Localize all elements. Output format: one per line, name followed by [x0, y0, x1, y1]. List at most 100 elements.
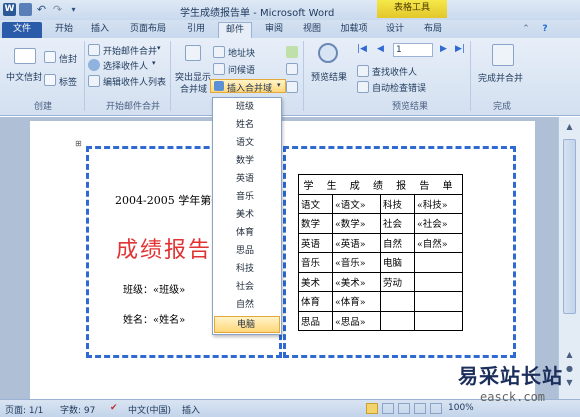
merge-field-option[interactable]: 美术: [214, 207, 280, 224]
rules-icon[interactable]: [286, 46, 298, 58]
next-page-icon[interactable]: ▼: [563, 377, 576, 389]
start-mail-merge-button[interactable]: 开始邮件合并: [103, 44, 157, 57]
merge-field-option[interactable]: 音乐: [214, 189, 280, 206]
merge-field-option-selected[interactable]: 电脑: [214, 316, 280, 333]
table-cell[interactable]: [414, 310, 463, 331]
merge-field-option[interactable]: 思品: [214, 243, 280, 260]
proofing-icon[interactable]: ✔: [110, 403, 118, 413]
redo-icon[interactable]: ↷: [51, 3, 64, 16]
merge-field-option[interactable]: 班级: [214, 99, 280, 116]
scroll-up-icon[interactable]: ▲: [563, 121, 576, 133]
customize-toolbar-icon[interactable]: ▾: [67, 3, 80, 16]
highlight-merge-fields-label-2[interactable]: 合并域: [180, 82, 207, 95]
merge-field-option[interactable]: 英语: [214, 171, 280, 188]
document-page[interactable]: ⊞ 2004-2005 学年第一 成绩报告 班级：«班级» 姓名：«姓名» 学 …: [30, 121, 535, 399]
merge-field-option[interactable]: 体育: [214, 225, 280, 242]
tab-page-layout[interactable]: 页面布局: [122, 22, 174, 38]
print-layout-view-icon[interactable]: [366, 403, 378, 414]
table-cell[interactable]: 电脑: [380, 252, 415, 273]
table-cell[interactable]: 英语: [298, 232, 333, 253]
table-cell[interactable]: 社会: [380, 213, 415, 234]
tab-insert[interactable]: 插入: [84, 22, 116, 38]
table-cell[interactable]: 思品: [298, 310, 333, 331]
tab-home[interactable]: 开始: [48, 22, 80, 38]
tab-layout[interactable]: 布局: [418, 22, 448, 38]
help-icon[interactable]: ?: [538, 22, 552, 38]
auto-check-errors-button[interactable]: 自动检查错误: [372, 81, 426, 94]
last-record-icon[interactable]: ▶|: [455, 44, 465, 54]
previous-page-icon[interactable]: ▲: [563, 349, 576, 361]
match-fields-icon[interactable]: [286, 63, 298, 75]
chinese-envelope-button[interactable]: 中文信封: [6, 70, 42, 83]
chevron-down-icon[interactable]: ▾: [152, 59, 156, 67]
save-icon[interactable]: [19, 3, 32, 16]
table-cell[interactable]: 数学: [298, 213, 333, 234]
table-cell[interactable]: 语文: [298, 193, 333, 214]
merge-field-option[interactable]: 数学: [214, 153, 280, 170]
table-cell[interactable]: «体育»: [332, 291, 381, 312]
finish-merge-button[interactable]: 完成并合并: [478, 71, 523, 84]
table-cell[interactable]: «社会»: [414, 213, 463, 234]
tab-references[interactable]: 引用: [180, 22, 212, 38]
table-cell[interactable]: 劳动: [380, 271, 415, 292]
labels-button[interactable]: 标签: [59, 75, 77, 88]
scroll-thumb[interactable]: [563, 139, 576, 314]
table-cell[interactable]: [380, 310, 415, 331]
merge-field-option[interactable]: 科技: [214, 261, 280, 278]
table-cell[interactable]: 科技: [380, 193, 415, 214]
first-record-icon[interactable]: |◀: [357, 44, 367, 54]
chevron-down-icon[interactable]: ▾: [157, 44, 161, 52]
previous-record-icon[interactable]: ◀: [377, 44, 384, 54]
update-labels-icon[interactable]: [286, 81, 298, 93]
merge-field-option[interactable]: 语文: [214, 135, 280, 152]
table-cell[interactable]: «思品»: [332, 310, 381, 331]
browse-object-icon[interactable]: ●: [563, 363, 576, 375]
merge-field-option[interactable]: 自然: [214, 297, 280, 314]
language-indicator[interactable]: 中文(中国): [128, 403, 171, 416]
find-recipient-button[interactable]: 查找收件人: [372, 65, 417, 78]
page-count[interactable]: 页面: 1/1: [5, 403, 43, 416]
tab-mailings[interactable]: 邮件: [218, 22, 252, 38]
table-cell[interactable]: «科技»: [414, 193, 463, 214]
table-cell[interactable]: «自然»: [414, 232, 463, 253]
table-cell[interactable]: [414, 291, 463, 312]
table-cell[interactable]: «美术»: [332, 271, 381, 292]
tab-addins[interactable]: 加载项: [334, 22, 374, 38]
table-move-handle-icon[interactable]: ⊞: [75, 139, 82, 148]
web-layout-view-icon[interactable]: [398, 403, 410, 414]
envelope-button[interactable]: 信封: [59, 52, 77, 65]
zoom-level[interactable]: 100%: [448, 403, 474, 413]
select-recipients-button[interactable]: 选择收件人: [103, 59, 148, 72]
greeting-line-button[interactable]: 问候语: [228, 63, 255, 76]
table-cell[interactable]: [414, 271, 463, 292]
outline-view-icon[interactable]: [414, 403, 426, 414]
table-cell[interactable]: 自然: [380, 232, 415, 253]
table-cell[interactable]: [414, 252, 463, 273]
tab-design[interactable]: 设计: [380, 22, 410, 38]
full-screen-view-icon[interactable]: [382, 403, 394, 414]
table-cell[interactable]: «音乐»: [332, 252, 381, 273]
table-cell[interactable]: «语文»: [332, 193, 381, 214]
undo-icon[interactable]: ↶: [35, 3, 48, 16]
record-number-field[interactable]: 1: [393, 43, 433, 57]
tab-view[interactable]: 视图: [296, 22, 328, 38]
merge-field-option[interactable]: 姓名: [214, 117, 280, 134]
tab-file[interactable]: 文件: [2, 22, 42, 38]
word-app-icon[interactable]: W: [3, 3, 16, 16]
address-block-button[interactable]: 地址块: [228, 46, 255, 59]
minimize-ribbon-icon[interactable]: ⌃: [520, 22, 532, 38]
tab-review[interactable]: 审阅: [258, 22, 290, 38]
insert-mode-indicator[interactable]: 插入: [182, 403, 200, 416]
table-cell[interactable]: 音乐: [298, 252, 333, 273]
table-cell[interactable]: 体育: [298, 291, 333, 312]
vertical-scrollbar[interactable]: ▲ ▲ ● ▼: [558, 117, 580, 399]
table-cell[interactable]: «数学»: [332, 213, 381, 234]
word-count[interactable]: 字数: 97: [60, 403, 95, 416]
table-cell[interactable]: [380, 291, 415, 312]
preview-results-button[interactable]: 预览结果: [311, 70, 347, 83]
merge-field-option[interactable]: 社会: [214, 279, 280, 296]
draft-view-icon[interactable]: [430, 403, 442, 414]
table-cell[interactable]: «英语»: [332, 232, 381, 253]
table-cell[interactable]: 美术: [298, 271, 333, 292]
next-record-icon[interactable]: ▶: [440, 44, 447, 54]
